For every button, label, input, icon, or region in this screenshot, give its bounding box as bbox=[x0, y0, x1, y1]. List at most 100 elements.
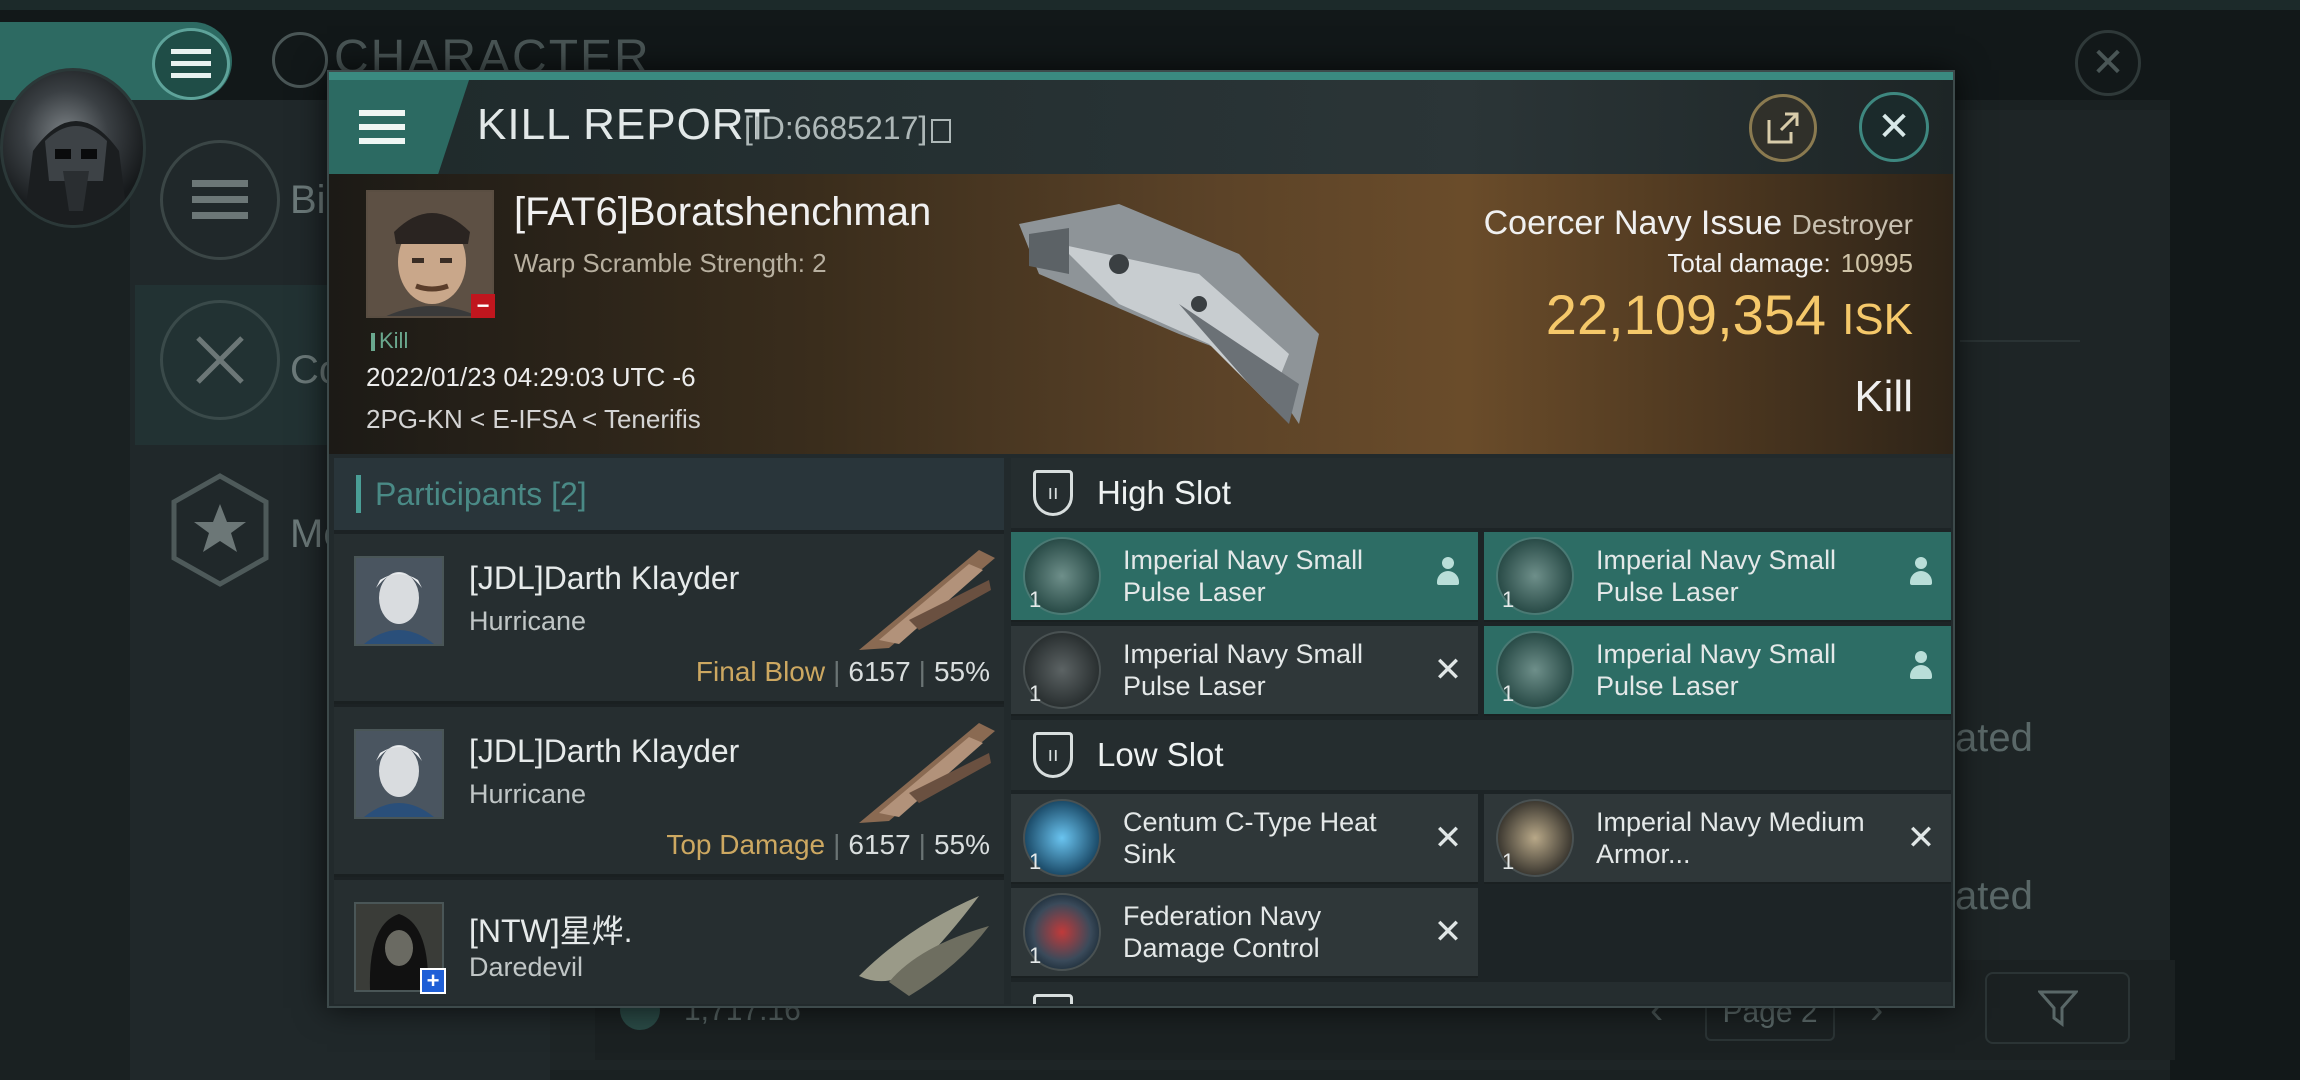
dialog-title: KILL REPORT bbox=[477, 100, 772, 149]
dropped-status bbox=[1891, 556, 1951, 596]
mid-slot-icon: ıı bbox=[1033, 994, 1073, 1004]
mid-slot-header: ıı bbox=[1011, 982, 1951, 1004]
high-slot-label: High Slot bbox=[1097, 474, 1231, 511]
participant-ship: Hurricane bbox=[469, 606, 587, 636]
copy-icon[interactable] bbox=[931, 118, 952, 143]
pulse-laser-icon: 1 bbox=[1023, 537, 1101, 615]
ship-name-text: Coercer Navy Issue bbox=[1483, 204, 1783, 242]
participant-row[interactable]: + [NTW]星烨. Daredevil bbox=[334, 880, 1004, 1004]
pulse-laser-icon: 1 bbox=[1496, 631, 1574, 709]
kill-tag: Kill bbox=[371, 328, 408, 354]
kill-report-dialog: KILL REPORT [ID:6685217] ✕ − [FAT6]Borat… bbox=[327, 70, 1955, 1008]
filter-button[interactable] bbox=[1985, 972, 2130, 1044]
isk-unit: ISK bbox=[1842, 295, 1913, 344]
sidebar-item-combat[interactable] bbox=[160, 300, 280, 420]
ship-class-text: Destroyer bbox=[1791, 209, 1913, 240]
hostile-badge: − bbox=[471, 293, 495, 318]
kill-location[interactable]: 2PG-KN < E-IFSA < Tenerifis bbox=[366, 404, 701, 435]
separator: | bbox=[918, 829, 926, 860]
participant-row[interactable]: [JDL]Darth Klayder Hurricane Top Damage |… bbox=[334, 707, 1004, 877]
module-qty: 1 bbox=[1029, 943, 1042, 968]
separator: | bbox=[918, 656, 926, 687]
kill-tag-bar bbox=[371, 333, 375, 352]
character-icon bbox=[272, 32, 328, 89]
screen: CHARACTER ✕ Bi Co Me ated ated 1,717.16 … bbox=[0, 0, 2300, 1080]
hamburger-icon bbox=[359, 110, 405, 144]
dropped-status bbox=[1418, 556, 1478, 596]
ghost-text: ated bbox=[1955, 874, 2033, 918]
module-item[interactable]: 1 Imperial Navy Small Pulse Laser ✕ bbox=[1011, 626, 1478, 716]
person-icon bbox=[1908, 556, 1934, 587]
pulse-laser-icon: 1 bbox=[1023, 631, 1101, 709]
low-slot-label: Low Slot bbox=[1097, 736, 1224, 773]
participant-ship: Daredevil bbox=[469, 952, 584, 982]
high-slot-icon: ıı bbox=[1033, 470, 1073, 516]
module-item[interactable]: 1 Imperial Navy Medium Armor... ✕ bbox=[1484, 794, 1951, 884]
low-slot-icon: ıı bbox=[1033, 732, 1073, 778]
module-item[interactable]: 1 Federation Navy Damage Control ✕ bbox=[1011, 888, 1478, 978]
pilot-avatar[interactable] bbox=[0, 68, 146, 228]
crossed-swords-icon bbox=[196, 336, 244, 384]
dialog-accent-line bbox=[329, 72, 1953, 80]
module-qty: 1 bbox=[1502, 681, 1515, 706]
module-item[interactable]: 1 Imperial Navy Small Pulse Laser bbox=[1011, 532, 1478, 622]
hamburger-icon bbox=[171, 49, 211, 78]
hurricane-ship-image bbox=[859, 723, 995, 823]
participant-portrait[interactable] bbox=[354, 556, 444, 646]
sidebar-item-medals[interactable] bbox=[160, 470, 280, 590]
module-name: Imperial Navy Small Pulse Laser bbox=[1596, 639, 1837, 701]
separator: | bbox=[833, 656, 841, 687]
participant-role: Final Blow bbox=[695, 656, 826, 687]
character-close-button[interactable]: ✕ bbox=[2075, 30, 2141, 96]
participant-percent: 55% bbox=[933, 829, 990, 860]
total-damage-value: 10995 bbox=[1840, 248, 1913, 278]
victim-ship-image[interactable] bbox=[999, 184, 1349, 444]
participant-portrait[interactable] bbox=[354, 729, 444, 819]
share-button[interactable] bbox=[1749, 94, 1817, 162]
hurricane-ship-image bbox=[859, 550, 995, 650]
module-qty: 1 bbox=[1029, 587, 1042, 612]
share-icon bbox=[1767, 112, 1799, 144]
module-name: Imperial Navy Small Pulse Laser bbox=[1596, 545, 1837, 607]
dialog-close-button[interactable]: ✕ bbox=[1859, 92, 1929, 162]
module-item[interactable]: 1 Imperial Navy Small Pulse Laser bbox=[1484, 532, 1951, 622]
sidebar-label-bio: Bi bbox=[290, 178, 326, 222]
participant-face-icon bbox=[356, 558, 442, 644]
destroyed-icon: ✕ bbox=[1433, 819, 1463, 857]
close-icon: ✕ bbox=[2091, 41, 2125, 85]
participant-name: [JDL]Darth Klayder bbox=[469, 733, 740, 769]
participant-stats: Top Damage | 6157 | 55% bbox=[666, 829, 990, 861]
low-slot-header: ıı Low Slot bbox=[1011, 720, 1951, 790]
divider bbox=[1960, 340, 2080, 342]
victim-ship-name[interactable]: Coercer Navy Issue Destroyer bbox=[1484, 204, 1913, 243]
kill-report-id[interactable]: [ID:6685217] bbox=[744, 110, 952, 147]
total-damage: Total damage: 10995 bbox=[1667, 248, 1913, 279]
participant-percent: 55% bbox=[933, 656, 990, 687]
participants-label: Participants bbox=[375, 475, 543, 512]
destroyed-icon: ✕ bbox=[1906, 819, 1936, 857]
close-icon: ✕ bbox=[1877, 105, 1911, 149]
participant-damage: 6157 bbox=[848, 829, 911, 860]
destroyed-icon: ✕ bbox=[1433, 651, 1463, 689]
module-name: Imperial Navy Small Pulse Laser bbox=[1123, 639, 1364, 701]
star-badge-icon bbox=[171, 473, 269, 587]
participant-face-icon bbox=[356, 731, 442, 817]
total-damage-label: Total damage: bbox=[1667, 248, 1831, 278]
participants-count: [2] bbox=[551, 475, 587, 512]
top-strip bbox=[0, 0, 2300, 10]
module-item[interactable]: 1 Imperial Navy Small Pulse Laser bbox=[1484, 626, 1951, 716]
sidebar-item-bio[interactable] bbox=[160, 140, 280, 260]
heat-sink-icon: 1 bbox=[1023, 799, 1101, 877]
helmet-avatar-icon bbox=[23, 121, 129, 225]
participant-damage: 6157 bbox=[848, 656, 911, 687]
module-item[interactable]: 1 Centum C-Type Heat Sink ✕ bbox=[1011, 794, 1478, 884]
destroyed-icon: ✕ bbox=[1433, 913, 1463, 951]
participant-stats: Final Blow | 6157 | 55% bbox=[696, 656, 990, 688]
participant-row[interactable]: [JDL]Darth Klayder Hurricane Final Blow |… bbox=[334, 534, 1004, 704]
isk-value: 22,109,354 ISK bbox=[1546, 282, 1913, 347]
victim-name[interactable]: [FAT6]Boratshenchman bbox=[514, 190, 931, 235]
separator: | bbox=[833, 829, 841, 860]
character-menu-button[interactable] bbox=[152, 28, 230, 100]
kill-report-id-text: [ID:6685217] bbox=[744, 110, 928, 146]
participant-ship: Hurricane bbox=[469, 779, 587, 809]
